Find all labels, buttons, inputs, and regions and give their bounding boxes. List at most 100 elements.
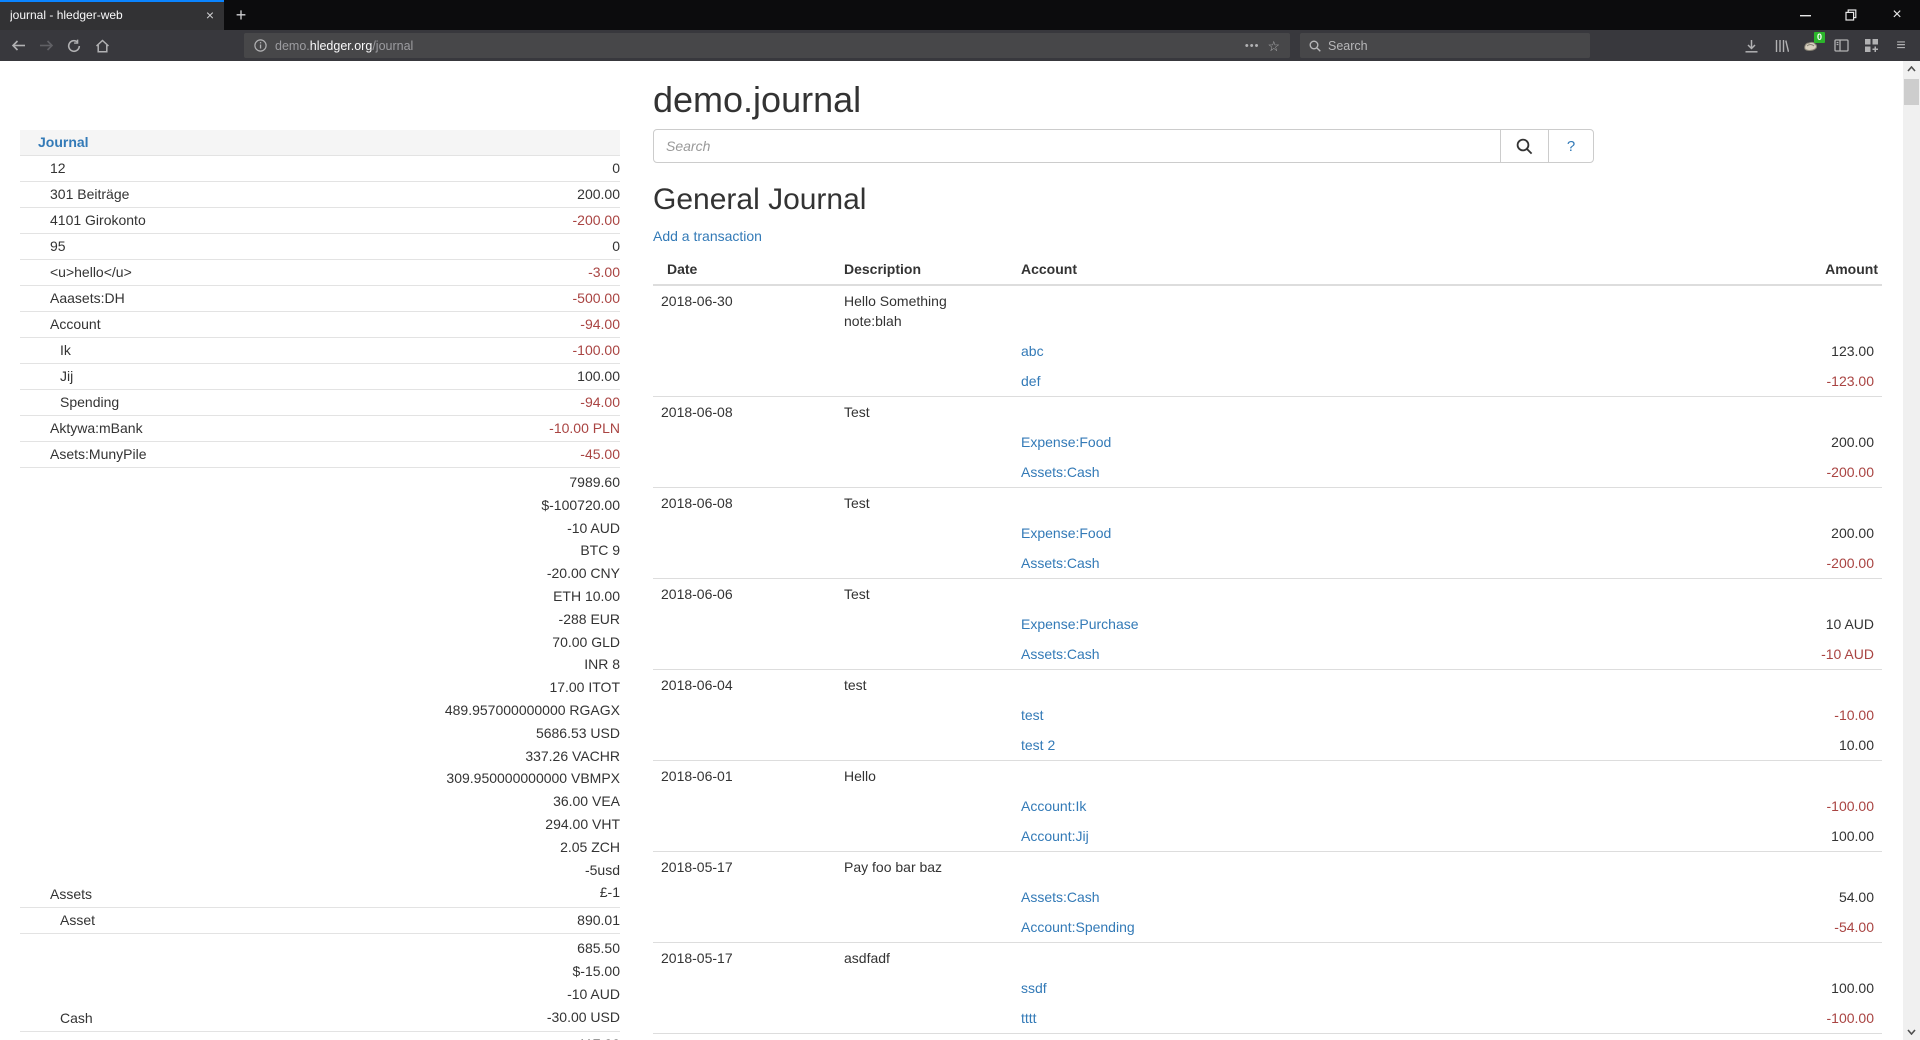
page-actions-icon[interactable]: ••• bbox=[1245, 40, 1260, 52]
posting-account-link[interactable]: Expense:Food bbox=[1021, 434, 1111, 450]
new-tab-button[interactable]: + bbox=[224, 0, 258, 30]
sidebar-account-balance: -500.00 bbox=[573, 286, 620, 311]
site-info-icon[interactable] bbox=[254, 39, 267, 52]
posting-account-link[interactable]: test 2 bbox=[1021, 737, 1055, 753]
home-button[interactable] bbox=[88, 33, 116, 59]
account-balance-amount: 294.00 VHT bbox=[445, 813, 620, 836]
posting-account-link[interactable]: def bbox=[1021, 373, 1040, 389]
journal-search-input[interactable] bbox=[653, 129, 1501, 163]
posting-amount: -10 AUD bbox=[1586, 639, 1882, 670]
sidebar-account-link[interactable]: <u>hello</u> bbox=[20, 260, 140, 285]
extension-button[interactable]: 0 bbox=[1796, 33, 1826, 59]
sidebar-account-link[interactable]: Ik bbox=[20, 338, 79, 363]
account-balance-amount: -94.00 bbox=[580, 393, 620, 412]
posting-account-link[interactable]: Account:Ik bbox=[1021, 798, 1086, 814]
scrollbar-down-arrow[interactable] bbox=[1903, 1024, 1920, 1040]
sidebar-account-link[interactable]: Assets bbox=[20, 882, 100, 907]
reload-button[interactable] bbox=[60, 33, 88, 59]
sidebar-account-link[interactable]: Aktywa:mBank bbox=[20, 416, 151, 441]
posting-account-link[interactable]: Expense:Purchase bbox=[1021, 616, 1139, 632]
sidebar-account-balance: -3.00 bbox=[588, 260, 620, 285]
sidebar-account-link[interactable]: Aaasets:DH bbox=[20, 286, 133, 311]
sidebar-account-link[interactable]: Jij bbox=[20, 364, 81, 389]
url-bar[interactable]: demo.hledger.org/journal ••• ☆ bbox=[244, 33, 1290, 58]
customize-button[interactable] bbox=[1856, 33, 1886, 59]
sidebar-account-link[interactable]: Asets:MunyPile bbox=[20, 442, 154, 467]
posting-description-spacer bbox=[836, 821, 1013, 852]
posting-account-link[interactable]: Account:Jij bbox=[1021, 828, 1089, 844]
browser-search-bar[interactable]: Search bbox=[1300, 33, 1590, 58]
sidebar-account-link[interactable]: 12 bbox=[20, 156, 74, 181]
sidebar-account-link[interactable]: Account bbox=[20, 312, 109, 337]
posting-account-link[interactable]: ssdf bbox=[1021, 980, 1047, 996]
transaction-description: Pay foo bar baz bbox=[836, 852, 1013, 883]
forward-button[interactable] bbox=[32, 33, 60, 59]
account-balance-amount: 489.957000000000 RGAGX bbox=[445, 699, 620, 722]
account-balance-amount: 337.26 VACHR bbox=[445, 745, 620, 768]
transaction-account-spacer bbox=[1013, 761, 1586, 792]
transaction-row[interactable]: 2018-05-17asdfadf bbox=[653, 943, 1882, 974]
posting-account-link[interactable]: Expense:Food bbox=[1021, 525, 1111, 541]
posting-account-link[interactable]: Assets:Cash bbox=[1021, 889, 1100, 905]
transaction-row[interactable]: 2018-06-08Test bbox=[653, 488, 1882, 519]
sidebar-account-link[interactable]: Spending bbox=[20, 390, 127, 415]
posting-row: Expense:Food200.00 bbox=[653, 427, 1882, 457]
transaction-date: 2018-06-04 bbox=[653, 670, 836, 701]
transaction-row[interactable]: 2018-06-04test bbox=[653, 670, 1882, 701]
posting-row: Account:Ik-100.00 bbox=[653, 791, 1882, 821]
transaction-row[interactable]: 2018-05-17Pay foo bar baz bbox=[653, 852, 1882, 883]
transaction-amount-spacer bbox=[1586, 761, 1882, 792]
account-balance-amount: -30.00 USD bbox=[547, 1006, 620, 1029]
bookmark-star-icon[interactable]: ☆ bbox=[1267, 39, 1280, 53]
account-balance-amount: 17.00 ITOT bbox=[445, 676, 620, 699]
scrollbar-thumb[interactable] bbox=[1904, 79, 1919, 105]
downloads-button[interactable] bbox=[1736, 33, 1766, 59]
posting-account-link[interactable]: Assets:Cash bbox=[1021, 464, 1100, 480]
tab-close-icon[interactable]: × bbox=[206, 8, 214, 22]
sidebar-account-row: Aaasets:DH -500.00 bbox=[20, 286, 620, 312]
sidebar-journal-link[interactable]: Journal bbox=[20, 130, 97, 155]
sidebar-account-link[interactable]: 301 Beiträge bbox=[20, 182, 137, 207]
back-button[interactable] bbox=[4, 33, 32, 59]
posting-date-spacer bbox=[653, 548, 836, 579]
transaction-description: Hello Something note:blah bbox=[836, 285, 1013, 336]
posting-amount: -100.00 bbox=[1586, 1003, 1882, 1034]
window-close-button[interactable]: × bbox=[1874, 0, 1920, 30]
menu-button[interactable]: ≡ bbox=[1886, 33, 1916, 59]
add-transaction-link[interactable]: Add a transaction bbox=[653, 226, 762, 246]
sidebar-account-link[interactable]: Cash bbox=[20, 1006, 101, 1031]
posting-account-link[interactable]: abc bbox=[1021, 343, 1044, 359]
sidebar-account-link[interactable]: Asset bbox=[20, 908, 103, 933]
transaction-row[interactable]: 2018-06-30Hello Something note:blah bbox=[653, 285, 1882, 336]
transaction-row[interactable]: 2018-06-08Test bbox=[653, 397, 1882, 428]
sidebar-toggle-button[interactable] bbox=[1826, 33, 1856, 59]
window-minimize-button[interactable] bbox=[1782, 0, 1828, 30]
sidebar-account-link[interactable]: 4101 Girokonto bbox=[20, 208, 154, 233]
journal-search-button[interactable] bbox=[1500, 129, 1549, 163]
library-button[interactable] bbox=[1766, 33, 1796, 59]
url-text[interactable]: demo.hledger.org/journal bbox=[275, 39, 1237, 53]
sidebar-account-row: 120 bbox=[20, 156, 620, 182]
transaction-row[interactable]: 2018-06-06Test bbox=[653, 579, 1882, 610]
page-scrollbar[interactable] bbox=[1903, 61, 1920, 1040]
posting-account-cell: Expense:Purchase bbox=[1013, 609, 1586, 639]
window-restore-button[interactable] bbox=[1828, 0, 1874, 30]
posting-description-spacer bbox=[836, 548, 1013, 579]
browser-tab-active[interactable]: journal - hledger-web × bbox=[0, 0, 224, 30]
posting-description-spacer bbox=[836, 609, 1013, 639]
scrollbar-up-arrow[interactable] bbox=[1903, 61, 1920, 77]
account-balance-amount: BTC 9 bbox=[445, 539, 620, 562]
account-balance-amount: 70.00 GLD bbox=[445, 631, 620, 654]
posting-account-link[interactable]: Assets:Cash bbox=[1021, 646, 1100, 662]
sidebar-account-link[interactable]: 95 bbox=[20, 234, 74, 259]
posting-account-link[interactable]: tttt bbox=[1021, 1010, 1037, 1026]
account-balance-amount: 5686.53 USD bbox=[445, 722, 620, 745]
posting-account-link[interactable]: Assets:Cash bbox=[1021, 555, 1100, 571]
transaction-row[interactable]: 2018-06-01Hello bbox=[653, 761, 1882, 792]
posting-account-link[interactable]: test bbox=[1021, 707, 1044, 723]
posting-account-link[interactable]: Account:Spending bbox=[1021, 919, 1135, 935]
transaction-date: 2018-06-06 bbox=[653, 579, 836, 610]
transaction-amount-spacer bbox=[1586, 852, 1882, 883]
search-help-button[interactable]: ? bbox=[1548, 129, 1594, 163]
transaction-row[interactable]: 2018-05-17Test bbox=[653, 1034, 1882, 1040]
